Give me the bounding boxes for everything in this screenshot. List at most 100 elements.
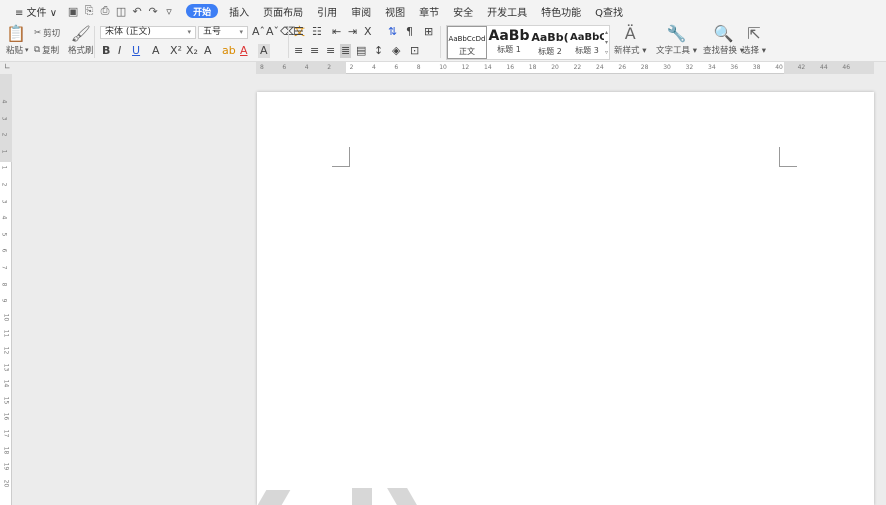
align-center-icon[interactable]: ≡ [310, 44, 319, 58]
save-icon[interactable]: ▣ [66, 4, 80, 18]
font-color-icon[interactable]: A [240, 44, 248, 58]
find-replace-label: 查找替换 ▾ [703, 46, 744, 56]
style-heading-2[interactable]: AaBb( 标题 2 [530, 26, 570, 57]
show-marks-icon[interactable]: ¶ [406, 25, 413, 39]
ruler-tick: 14 [484, 64, 492, 71]
print-preview-icon[interactable]: ◫ [114, 4, 128, 18]
grow-font-icon[interactable]: Aˆ [252, 25, 265, 39]
ruler-tick: 15 [2, 396, 10, 405]
font-size-select[interactable]: 五号 ▾ [198, 26, 248, 39]
decrease-indent-icon[interactable]: ⇤ [332, 25, 341, 39]
line-spacing-icon[interactable]: ↕ [374, 44, 383, 58]
select-button[interactable]: ⇱ 选择 ▾ [742, 24, 766, 56]
tab-4[interactable]: 视图 [378, 0, 412, 22]
print-icon[interactable]: ⎙ [98, 4, 112, 18]
bold-icon[interactable]: B [102, 44, 110, 58]
ruler-tick: 5 [0, 232, 8, 237]
numbering-icon[interactable]: ☷ [312, 25, 322, 39]
superscript-icon[interactable]: X² [170, 44, 182, 58]
styles-scroll[interactable]: ▴ ▾ ▿ [605, 28, 608, 58]
ruler-tick: 1 [0, 149, 8, 154]
paste-label-button[interactable]: 粘贴 ▾ [6, 44, 29, 56]
ruler-tick: 19 [2, 462, 10, 471]
underline-icon[interactable]: U [132, 44, 140, 58]
search-button[interactable]: Q查找 [588, 0, 630, 22]
tab-2[interactable]: 引用 [310, 0, 344, 22]
highlight-icon[interactable]: ab [222, 44, 236, 58]
ruler-tick: 20 [2, 479, 10, 488]
format-painter-label: 格式刷 [68, 46, 94, 56]
undo-icon[interactable]: ↶ [130, 4, 144, 18]
strikethrough-icon[interactable]: A [152, 44, 160, 58]
ruler-tick: 4 [372, 64, 376, 71]
tab-7[interactable]: 开发工具 [480, 0, 534, 22]
search-icon: 🔍 [713, 24, 734, 43]
text-effect-icon[interactable]: A [204, 44, 212, 58]
ruler-tick: 18 [2, 446, 10, 454]
distribute-icon[interactable]: ▤ [356, 44, 366, 58]
tab-5[interactable]: 章节 [412, 0, 446, 22]
align-right-icon[interactable]: ≡ [326, 44, 335, 58]
ruler-tick: 10 [2, 313, 10, 322]
find-replace-button[interactable]: 🔍 查找替换 ▾ [703, 24, 744, 56]
export-pdf-icon[interactable]: ⎘ [82, 4, 96, 18]
ruler-tick: 4 [0, 99, 8, 104]
ruler-margin-left [256, 62, 346, 74]
redo-icon[interactable]: ↷ [146, 4, 160, 18]
align-left-icon[interactable]: ≡ [294, 44, 303, 58]
vertical-ruler[interactable]: 4 3 2 1 1 2 3 4 5 6 7 8 9 10 11 12 13 14 15 16 17 18 19 20 [0, 74, 12, 505]
text-direction-icon[interactable]: Ⅹ [364, 25, 372, 39]
cut-button[interactable]: ✂ 剪切 [34, 27, 60, 39]
margin-corner-top-left [332, 147, 350, 167]
file-menu[interactable]: ≡ 文件 ∨ [8, 0, 64, 22]
tab-0[interactable]: 插入 [222, 0, 256, 22]
shading-icon[interactable]: ◈ [392, 44, 400, 58]
table-border-icon[interactable]: ⊞ [424, 25, 433, 39]
sort-icon[interactable]: ⇅ [388, 25, 397, 39]
new-style-label: 新样式 ▾ [614, 46, 647, 56]
font-size-value: 五号 [203, 27, 222, 37]
new-style-button[interactable]: Ä 新样式 ▾ [614, 24, 646, 56]
ruler-tick: 18 [528, 64, 537, 71]
style-normal[interactable]: AaBbCcDd 正文 [447, 26, 487, 59]
chevron-down-icon: ▾ [239, 28, 243, 36]
bullets-icon[interactable]: ☰ [294, 25, 304, 39]
ruler-tick: 24 [596, 64, 604, 71]
tab-3[interactable]: 审阅 [344, 0, 378, 22]
document-page[interactable] [257, 92, 874, 505]
tab-1[interactable]: 页面布局 [256, 0, 310, 22]
ruler-tick: 36 [730, 64, 739, 71]
customize-dropdown-icon[interactable]: ▿ [162, 4, 176, 18]
ruler-tick: 3 [0, 199, 8, 204]
tab-8[interactable]: 特色功能 [534, 0, 588, 22]
text-tools-button[interactable]: 🔧 文字工具 ▾ [656, 24, 697, 56]
subscript-icon[interactable]: X₂ [186, 44, 198, 58]
shrink-font-icon[interactable]: Aˇ [266, 25, 279, 39]
borders-icon[interactable]: ⊡ [410, 44, 419, 58]
style-name: 标题 3 [575, 46, 599, 55]
format-painter-button[interactable]: 🖌 格式刷 [68, 24, 94, 56]
style-heading-3[interactable]: AaBbC 标题 3 [570, 26, 604, 56]
ruler-tick: 14 [2, 379, 10, 388]
horizontal-ruler[interactable]: 8 6 4 2 2 4 6 8 10 12 14 16 18 20 22 24 26 28 30 32 34 36 38 40… [256, 62, 874, 74]
justify-icon[interactable]: ≣ [340, 44, 352, 58]
copy-button[interactable]: ⧉ 复制 [34, 44, 59, 56]
paste-icon: 📋 [6, 24, 26, 43]
ruler-tick: 38 [752, 64, 761, 71]
style-heading-1[interactable]: AaBb 标题 1 [488, 26, 530, 55]
font-name-select[interactable]: 宋体 (正文) ▾ [100, 26, 196, 39]
ruler-tick: 8 [0, 282, 8, 287]
tab-6[interactable]: 安全 [446, 0, 480, 22]
tab-start[interactable]: 开始 [186, 4, 219, 18]
ruler-tick: 26 [618, 64, 627, 71]
copy-label: 复制 [42, 46, 60, 56]
style-preview: AaBb( [531, 31, 569, 44]
increase-indent-icon[interactable]: ⇥ [348, 25, 357, 39]
italic-icon[interactable]: I [118, 44, 121, 58]
margin-corner-top-right [779, 147, 797, 167]
tab-stop-icon[interactable]: ∟ [4, 62, 11, 71]
ruler-tick: 20 [551, 64, 559, 71]
paste-button[interactable]: 📋 [6, 24, 26, 44]
char-shading-icon[interactable]: A [258, 44, 270, 58]
ruler-tick: 13 [2, 363, 10, 371]
